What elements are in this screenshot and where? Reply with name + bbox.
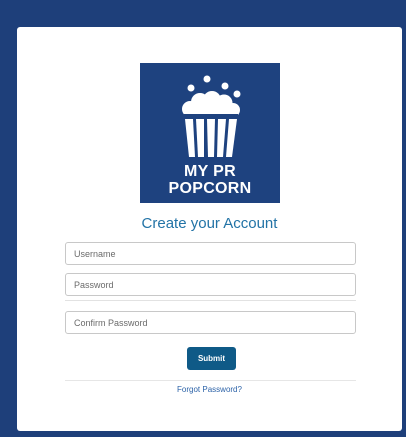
password-input[interactable] — [65, 273, 356, 296]
forgot-password-link[interactable]: Forgot Password? — [17, 385, 402, 394]
brand-logo: MY PR POPCORN — [140, 63, 280, 203]
popcorn-icon — [182, 75, 241, 157]
submit-button[interactable]: Submit — [187, 347, 236, 370]
divider — [65, 300, 356, 301]
username-input[interactable] — [65, 242, 356, 265]
divider — [65, 380, 356, 381]
logo-text-line2: POPCORN — [168, 180, 252, 197]
signup-card: MY PR POPCORN Create your Account Submit… — [17, 27, 402, 431]
logo-text-line1: MY PR — [184, 163, 236, 180]
confirm-password-input[interactable] — [65, 311, 356, 334]
page-title: Create your Account — [141, 215, 278, 232]
